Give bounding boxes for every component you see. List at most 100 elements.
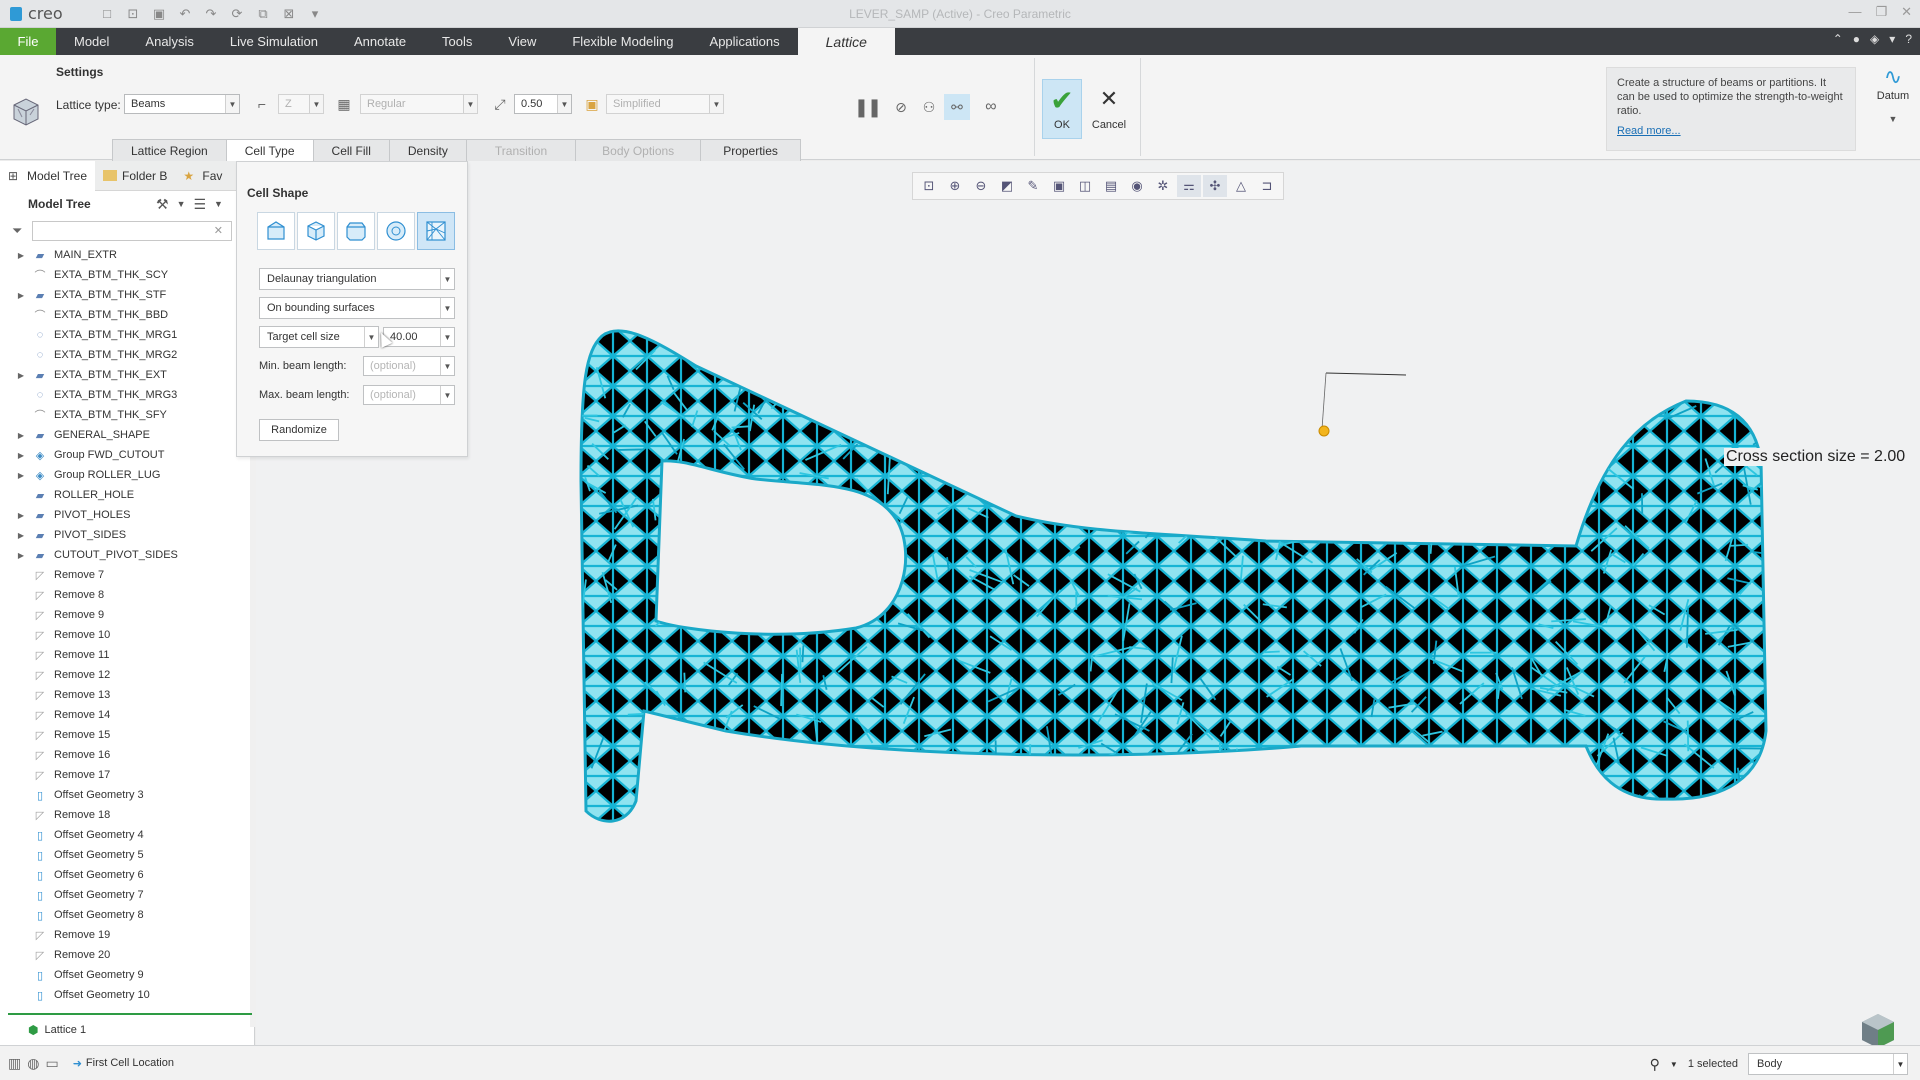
tree-item[interactable]: ▶ ▰ PIVOT_SIDES	[0, 525, 252, 545]
expand-arrow-icon[interactable]: ▶	[14, 531, 28, 540]
tree-item[interactable]: ◸ Remove 17	[0, 765, 252, 785]
full-screen-icon[interactable]: ▭	[45, 1055, 58, 1072]
expand-arrow-icon[interactable]: ▶	[14, 551, 28, 560]
regenerate-icon[interactable]: ⟳	[226, 5, 248, 23]
tree-item[interactable]: ▯ Offset Geometry 8	[0, 905, 252, 925]
saved-orientations-icon[interactable]: ◫	[1073, 175, 1097, 197]
tab-properties[interactable]: Properties	[700, 139, 801, 161]
cell-shape-sphere-button[interactable]	[377, 212, 415, 250]
max-beam-length-input[interactable]: (optional) ▼	[363, 385, 455, 405]
tree-item[interactable]: ▶ ▰ GENERAL_SHAPE	[0, 425, 252, 445]
find-icon[interactable]: ⚲	[1650, 1056, 1660, 1073]
expand-arrow-icon[interactable]: ▶	[14, 471, 28, 480]
layers-icon[interactable]: ◈	[1870, 32, 1879, 46]
annotation-display-icon[interactable]: ⚎	[1177, 175, 1201, 197]
refit-icon[interactable]: ⊡	[917, 175, 941, 197]
no-preview-icon[interactable]: ⊘	[888, 94, 914, 120]
tab-annotate[interactable]: Annotate	[336, 28, 424, 55]
expand-arrow-icon[interactable]: ▶	[14, 511, 28, 520]
drag-handle[interactable]	[1318, 425, 1330, 437]
representation-select[interactable]: Simplified ▼	[606, 94, 724, 114]
navigator-toggle-icon[interactable]: ▥	[8, 1055, 21, 1072]
chevron-down-icon[interactable]: ▼	[1670, 1060, 1678, 1069]
cell-shape-stochastic-button[interactable]	[417, 212, 455, 250]
datum-display-icon[interactable]: ✲	[1151, 175, 1175, 197]
pause-icon[interactable]: ❚❚	[854, 94, 882, 120]
pattern-grid-icon[interactable]: ▦	[334, 94, 354, 114]
close-icon[interactable]: ✕	[1901, 4, 1912, 20]
tab-live-simulation[interactable]: Live Simulation	[212, 28, 336, 55]
cross-section-size-label[interactable]: Cross section size = 2.00	[1724, 448, 1908, 466]
display-style-icon[interactable]: ▣	[1047, 175, 1071, 197]
tree-item[interactable]: ▶ ◈ Group FWD_CUTOUT	[0, 445, 252, 465]
tree-item[interactable]: ◸ Remove 19	[0, 925, 252, 945]
tree-item[interactable]: ◸ Remove 18	[0, 805, 252, 825]
pattern-select[interactable]: Regular ▼	[360, 94, 478, 114]
tab-density[interactable]: Density	[388, 139, 467, 161]
insert-here-marker[interactable]	[8, 1013, 252, 1015]
restore-icon[interactable]: ❐	[1875, 4, 1887, 20]
cell-size-mode-select[interactable]: Target cell size ▼	[259, 326, 379, 348]
tree-item[interactable]: ◌ EXTA_BTM_THK_MRG2	[0, 345, 252, 365]
ribbon-menu-icon[interactable]: ▾	[1889, 32, 1895, 46]
repaint-icon[interactable]: ◩	[995, 175, 1019, 197]
chevron-down-icon[interactable]: ▼	[214, 199, 223, 213]
tree-item[interactable]: ◸ Remove 9	[0, 605, 252, 625]
expand-arrow-icon[interactable]: ▶	[14, 451, 28, 460]
filter-icon[interactable]: ⏷	[12, 223, 22, 239]
open-file-icon[interactable]: ⊡	[122, 5, 144, 23]
tab-flexible-modeling[interactable]: Flexible Modeling	[554, 28, 691, 55]
tab-favorites[interactable]: ★ Fav	[175, 161, 230, 191]
tree-item[interactable]: ▶ ▰ MAIN_EXTR	[0, 245, 252, 265]
chevron-down-icon[interactable]: ▼	[177, 199, 186, 213]
tree-item[interactable]: ◸ Remove 13	[0, 685, 252, 705]
lattice-type-select[interactable]: Beams ▼	[124, 94, 240, 114]
tree-item[interactable]: ◌ EXTA_BTM_THK_MRG1	[0, 325, 252, 345]
expand-arrow-icon[interactable]: ▶	[14, 291, 28, 300]
tab-file[interactable]: File	[0, 28, 56, 55]
tree-item[interactable]: ▰ ROLLER_HOLE	[0, 485, 252, 505]
tree-item[interactable]: ▶ ▰ EXTA_BTM_THK_STF	[0, 285, 252, 305]
tab-cell-fill[interactable]: Cell Fill	[312, 139, 390, 161]
spin-center-icon[interactable]: ✣	[1203, 175, 1227, 197]
tab-body-options[interactable]: Body Options	[575, 139, 702, 161]
tab-transition[interactable]: Transition	[465, 139, 577, 161]
chevron-down-icon[interactable]: ▼	[1870, 114, 1916, 124]
expand-arrow-icon[interactable]: ▶	[14, 251, 28, 260]
save-icon[interactable]: ▣	[148, 5, 170, 23]
randomize-button[interactable]: Randomize	[259, 419, 339, 441]
placement-select[interactable]: On bounding surfaces ▼	[259, 297, 455, 319]
tab-model[interactable]: Model	[56, 28, 127, 55]
lattice-feature-node[interactable]: ⬢ Lattice 1	[28, 1023, 86, 1037]
tree-item[interactable]: ▯ Offset Geometry 6	[0, 865, 252, 885]
cell-shape-cube-button[interactable]	[297, 212, 335, 250]
more-tools-icon[interactable]: ⊐	[1255, 175, 1279, 197]
tree-item[interactable]: ⌒ EXTA_BTM_THK_BBD	[0, 305, 252, 325]
tree-item[interactable]: ◸ Remove 15	[0, 725, 252, 745]
triangulation-method-select[interactable]: Delaunay triangulation ▼	[259, 268, 455, 290]
tab-model-tree[interactable]: ⊞ Model Tree	[0, 160, 96, 191]
axis-select[interactable]: Z ▼	[278, 94, 324, 114]
representation-icon[interactable]: ▣	[582, 94, 602, 114]
datum-button[interactable]: ∿ Datum ▼	[1870, 64, 1916, 124]
tab-lattice[interactable]: Lattice	[797, 28, 895, 55]
tab-analysis[interactable]: Analysis	[127, 28, 211, 55]
coordinate-system-icon[interactable]: ⌐	[252, 94, 272, 114]
tree-item[interactable]: ▯ Offset Geometry 7	[0, 885, 252, 905]
window-icon[interactable]: ⧉	[252, 5, 274, 23]
tree-item[interactable]: ◸ Remove 14	[0, 705, 252, 725]
cell-shape-prism-button[interactable]	[257, 212, 295, 250]
tree-item[interactable]: ◸ Remove 16	[0, 745, 252, 765]
tree-item[interactable]: ▯ Offset Geometry 5	[0, 845, 252, 865]
tab-cell-type[interactable]: Cell Type	[225, 139, 314, 162]
zoom-out-icon[interactable]: ⊖	[969, 175, 993, 197]
tree-item[interactable]: ◌ EXTA_BTM_THK_MRG3	[0, 385, 252, 405]
tab-lattice-region[interactable]: Lattice Region	[112, 139, 227, 161]
tree-item[interactable]: ▯ Offset Geometry 9	[0, 965, 252, 985]
tree-settings-icon[interactable]: ⚒	[156, 196, 169, 213]
tree-item[interactable]: ▯ Offset Geometry 3	[0, 785, 252, 805]
undo-icon[interactable]: ↶	[174, 5, 196, 23]
cell-shape-hexagon-button[interactable]	[337, 212, 375, 250]
expand-arrow-icon[interactable]: ▶	[14, 431, 28, 440]
customize-toolbar-icon[interactable]: ▾	[304, 5, 326, 23]
